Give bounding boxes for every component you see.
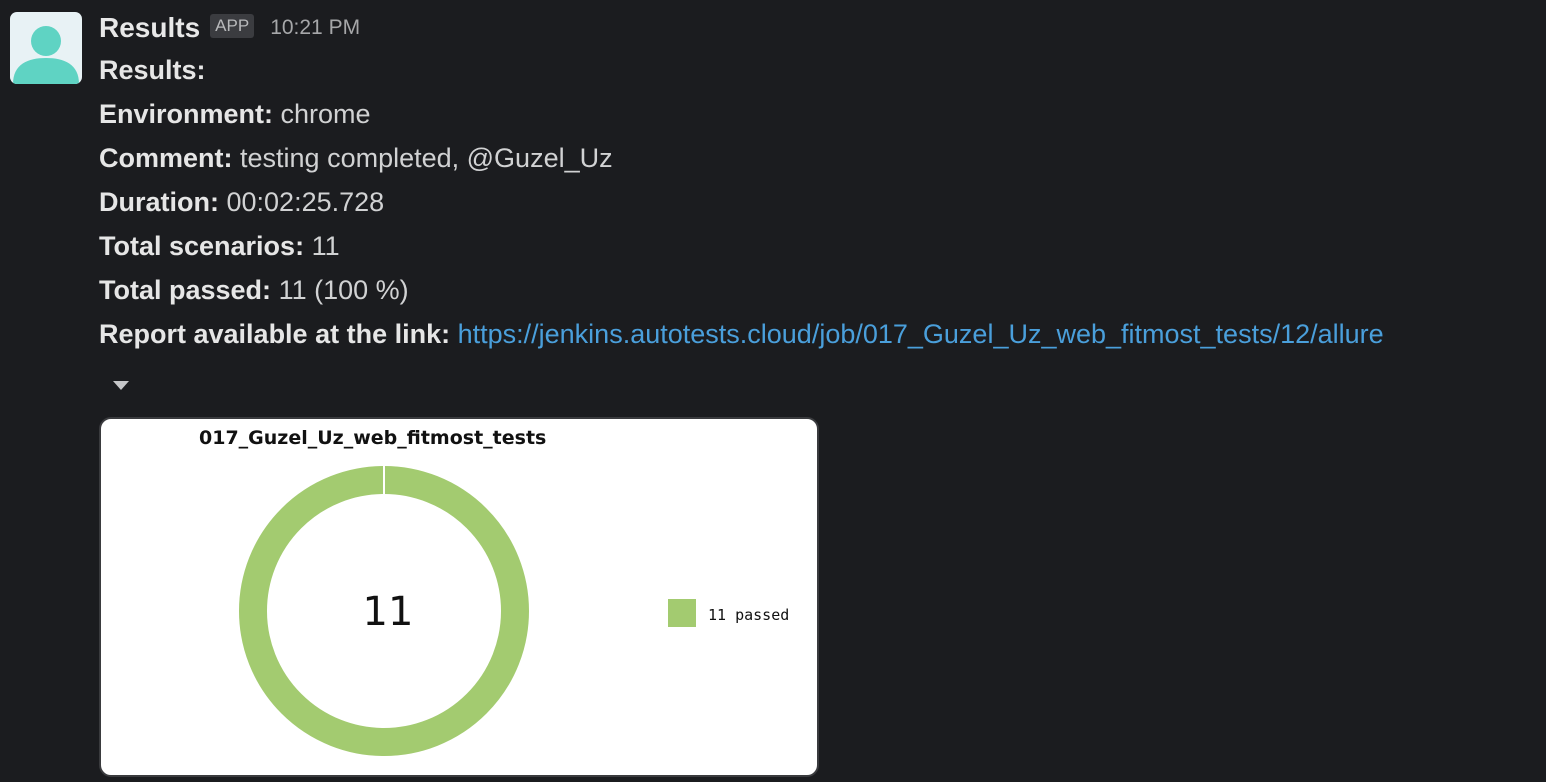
comment-value: testing completed, @Guzel_Uz [240, 143, 613, 173]
timestamp[interactable]: 10:21 PM [270, 16, 360, 40]
chat-message: Results APP 10:21 PM Results: Environmen… [0, 0, 1546, 782]
report-line: Report available at the link: https://je… [99, 312, 1539, 356]
duration-line: Duration: 00:02:25.728 [99, 180, 1539, 224]
legend-label-passed: 11 passed [708, 606, 790, 624]
total-passed-value: 11 (100 %) [278, 275, 409, 305]
app-badge: APP [210, 14, 255, 38]
message-content: Results APP 10:21 PM Results: Environmen… [99, 8, 1539, 356]
total-passed-line: Total passed: 11 (100 %) [99, 268, 1539, 312]
duration-value: 00:02:25.728 [226, 187, 385, 217]
avatar[interactable] [10, 12, 82, 84]
chart-center-label: 11 [362, 589, 414, 635]
total-scenarios-label: Total scenarios: [99, 231, 305, 261]
report-link[interactable]: https://jenkins.autotests.cloud/job/017_… [458, 319, 1384, 349]
donut-chart [239, 465, 529, 756]
caret-down-icon[interactable] [113, 381, 129, 390]
results-heading: Results: [99, 55, 206, 85]
message-header: Results APP 10:21 PM [99, 8, 1539, 48]
legend-swatch-passed [668, 599, 696, 627]
chart-attachment[interactable]: 017_Guzel_Uz_web_fitmost_tests 11 11 pas… [99, 417, 819, 777]
total-scenarios-value: 11 [311, 231, 340, 261]
report-label: Report available at the link: [99, 319, 451, 349]
environment-line: Environment: chrome [99, 92, 1539, 136]
sender-name[interactable]: Results [99, 12, 200, 44]
person-icon [13, 26, 79, 84]
environment-label: Environment: [99, 99, 274, 129]
comment-label: Comment: [99, 143, 233, 173]
total-scenarios-line: Total scenarios: 11 [99, 224, 1539, 268]
environment-value: chrome [280, 99, 371, 129]
comment-line: Comment: testing completed, @Guzel_Uz [99, 136, 1539, 180]
duration-label: Duration: [99, 187, 219, 217]
total-passed-label: Total passed: [99, 275, 272, 305]
